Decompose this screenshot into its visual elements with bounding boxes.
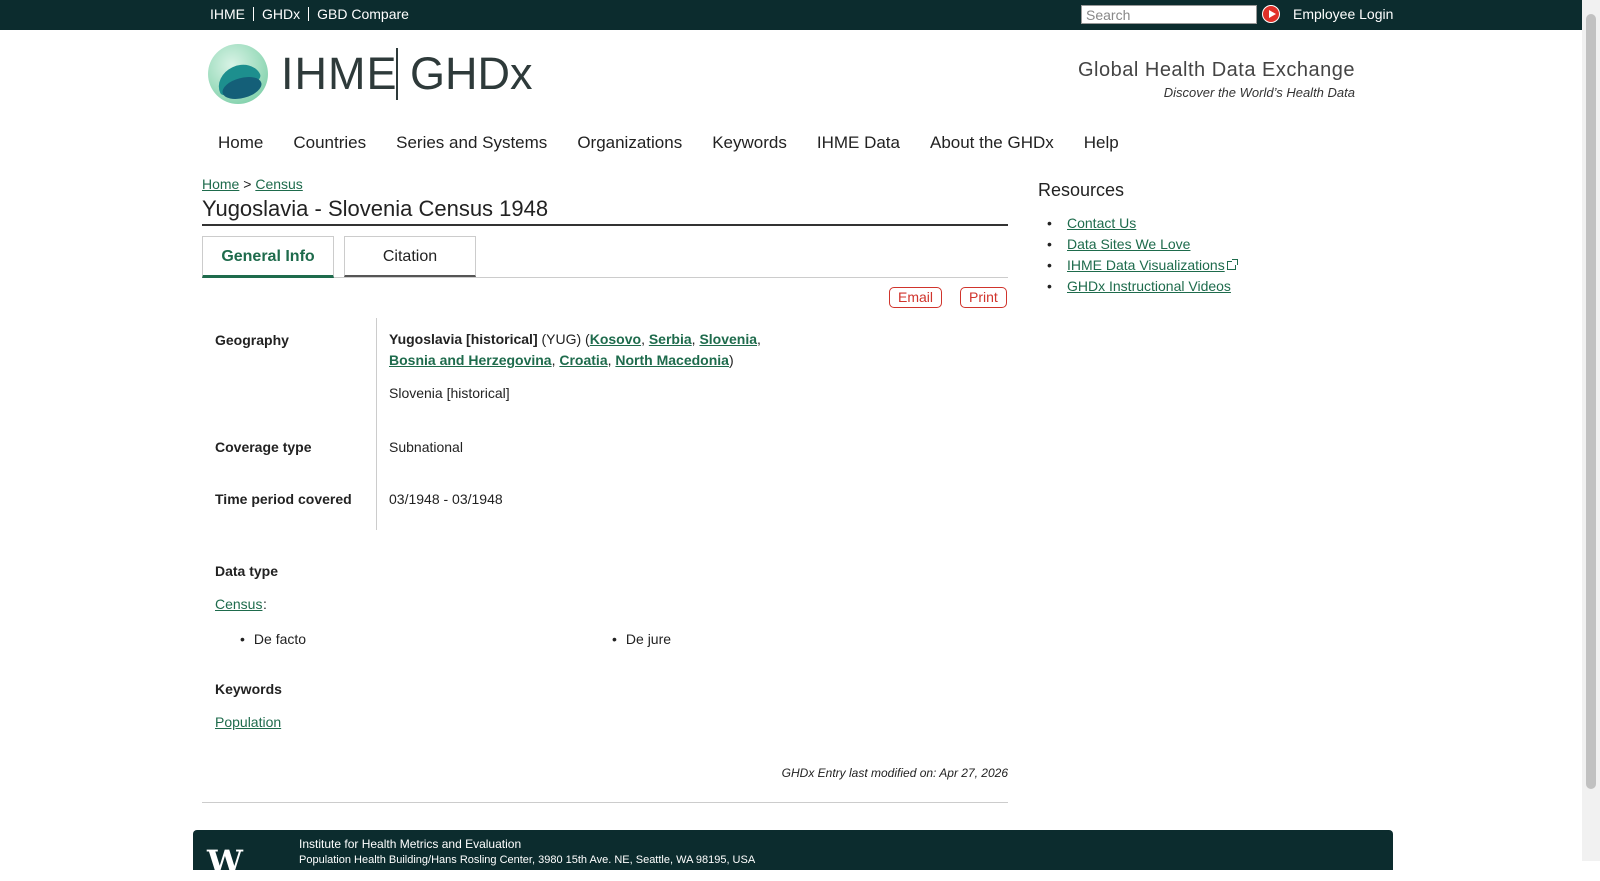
breadcrumb: Home > Census	[202, 176, 303, 192]
top-link-ghdx[interactable]: GHDx	[253, 7, 308, 21]
tab-bar: General Info Citation	[202, 236, 1008, 278]
colon: :	[263, 596, 267, 612]
nav-help[interactable]: Help	[1084, 133, 1119, 153]
coverage-label: Coverage type	[215, 439, 312, 455]
scrollbar-thumb[interactable]	[1586, 14, 1596, 789]
geo-link-slovenia[interactable]: Slovenia	[699, 331, 757, 347]
nav-organizations[interactable]: Organizations	[577, 133, 682, 153]
main-nav: Home Countries Series and Systems Organi…	[218, 133, 1149, 153]
keywords-label: Keywords	[215, 681, 282, 697]
email-button[interactable]: Email	[889, 287, 943, 308]
scrollbar[interactable]	[1582, 0, 1600, 861]
tagline: Global Health Data Exchange Discover the…	[1078, 59, 1355, 100]
resources-title: Resources	[1038, 180, 1125, 200]
geo-link-kosovo[interactable]: Kosovo	[590, 331, 641, 347]
data-type-census-link[interactable]: Census	[215, 596, 262, 612]
geo-sub: Slovenia [historical]	[389, 385, 510, 401]
footer: W Institute for Health Metrics and Evalu…	[193, 830, 1393, 878]
nav-about-the-ghdx[interactable]: About the GHDx	[930, 133, 1054, 153]
employee-login-link[interactable]: Employee Login	[1293, 6, 1393, 22]
top-links: IHME GHDx GBD Compare	[210, 7, 417, 21]
top-link-ihme[interactable]: IHME	[210, 7, 253, 21]
top-link-gbd-compare[interactable]: GBD Compare	[308, 7, 417, 21]
footer-org-name: Institute for Health Metrics and Evaluat…	[299, 837, 522, 851]
geo-link-serbia[interactable]: Serbia	[649, 331, 692, 347]
tagline-title: Global Health Data Exchange	[1078, 59, 1355, 81]
search-go-icon[interactable]	[1262, 5, 1280, 23]
geo-link-north-macedonia[interactable]: North Macedonia	[615, 352, 729, 368]
top-bar: IHME GHDx GBD Compare Employee Login	[0, 0, 1582, 30]
data-type-label: Data type	[215, 563, 279, 579]
geography-label: Geography	[215, 332, 289, 348]
logo-ihme-text[interactable]: IHME	[281, 48, 398, 100]
nav-keywords[interactable]: Keywords	[712, 133, 787, 153]
time-period-value: 03/1948 - 03/1948	[389, 491, 503, 507]
search-input[interactable]	[1081, 5, 1257, 24]
geography-value: Yugoslavia [historical] (YUG) (Kosovo, S…	[389, 331, 761, 368]
resource-contact-us[interactable]: Contact Us	[1067, 215, 1136, 231]
ihme-logo-icon[interactable]	[208, 44, 268, 104]
external-link-icon	[1226, 259, 1238, 270]
geo-code: (YUG) (	[541, 331, 590, 347]
resource-ihme-visualizations[interactable]: IHME Data Visualizations	[1067, 257, 1225, 273]
print-button[interactable]: Print	[960, 287, 1007, 308]
list-item: IHME Data Visualizations	[1047, 255, 1238, 276]
geo-link-bosnia[interactable]: Bosnia and Herzegovina	[389, 352, 552, 368]
logo-ghdx-text[interactable]: GHDx	[410, 48, 533, 100]
tab-citation[interactable]: Citation	[344, 236, 476, 277]
nav-countries[interactable]: Countries	[293, 133, 366, 153]
list-item: Data Sites We Love	[1047, 234, 1236, 255]
footer-address: Population Health Building/Hans Rosling …	[299, 854, 756, 866]
coverage-value: Subnational	[389, 439, 463, 455]
geo-link-croatia[interactable]: Croatia	[559, 352, 607, 368]
nav-series-and-systems[interactable]: Series and Systems	[396, 133, 547, 153]
resource-data-sites[interactable]: Data Sites We Love	[1067, 236, 1190, 252]
tagline-subtitle: Discover the World’s Health Data	[1163, 85, 1355, 100]
last-modified: GHDx Entry last modified on: Apr 27, 202…	[781, 766, 1008, 780]
list-item: Contact Us	[1047, 213, 1236, 234]
uw-logo-icon[interactable]: W	[207, 846, 243, 878]
keyword-population-link[interactable]: Population	[215, 714, 281, 730]
content-divider	[202, 802, 1008, 803]
resources-list: Contact Us Data Sites We Love IHME Data …	[1047, 213, 1238, 297]
tab-general-info[interactable]: General Info	[202, 236, 334, 278]
nav-ihme-data[interactable]: IHME Data	[817, 133, 900, 153]
breadcrumb-separator: >	[243, 176, 252, 192]
time-period-label: Time period covered	[215, 491, 352, 507]
breadcrumb-census[interactable]: Census	[255, 176, 302, 192]
nav-home[interactable]: Home	[218, 133, 263, 153]
data-type-item: De jure	[612, 631, 671, 647]
breadcrumb-home[interactable]: Home	[202, 176, 239, 192]
resource-instructional-videos[interactable]: GHDx Instructional Videos	[1067, 278, 1231, 294]
list-item: GHDx Instructional Videos	[1047, 276, 1236, 297]
geo-main: Yugoslavia [historical]	[389, 331, 538, 347]
data-type-item: De facto	[240, 631, 306, 647]
page-title: Yugoslavia - Slovenia Census 1948	[202, 196, 1008, 226]
logo-divider	[396, 48, 398, 100]
field-divider	[376, 318, 377, 530]
